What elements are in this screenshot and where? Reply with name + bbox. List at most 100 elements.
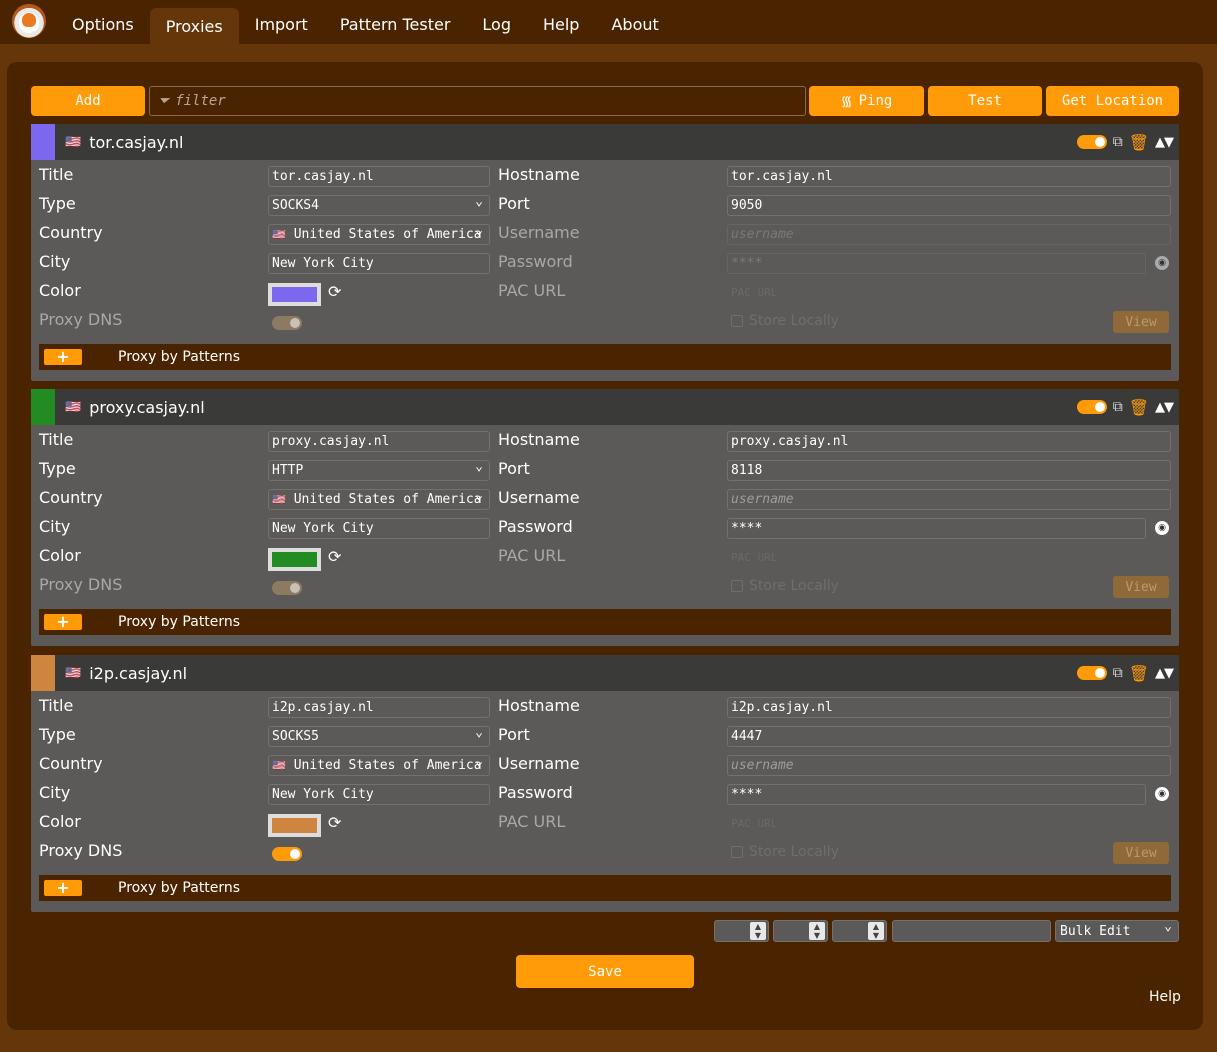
title-input[interactable]: proxy.casjay.nl [268, 431, 490, 452]
random-color-refresh-icon[interactable]: ⟳ [328, 547, 341, 566]
hostname-input[interactable]: proxy.casjay.nl [727, 431, 1171, 452]
color-swatch [272, 287, 317, 302]
view-pac-button[interactable]: View [1113, 842, 1169, 864]
tab-pattern-tester[interactable]: Pattern Tester [324, 6, 467, 42]
tab-proxies[interactable]: Proxies [149, 8, 239, 44]
store-locally-checkbox[interactable]: Store Locally [731, 578, 839, 594]
save-button[interactable]: Save [516, 955, 694, 988]
us-flag-icon: 🇺🇸 [272, 228, 286, 241]
get-location-button[interactable]: Get Location [1046, 86, 1179, 116]
color-picker[interactable] [268, 814, 321, 837]
tab-help[interactable]: Help [527, 6, 595, 42]
title-label: Title [39, 696, 74, 715]
trash-icon[interactable]: 🗑 [1129, 133, 1149, 152]
spinner-icon[interactable]: ▲ ▼ [750, 922, 766, 940]
country-select[interactable]: 🇺🇸 United States of America [268, 224, 490, 245]
title-input[interactable]: i2p.casjay.nl [268, 697, 490, 718]
move-up-down-icon[interactable]: ▲▼ [1155, 135, 1174, 150]
port-input[interactable]: 9050 [727, 195, 1171, 216]
port-input[interactable]: 8118 [727, 460, 1171, 481]
tab-log[interactable]: Log [466, 6, 527, 42]
spinner-icon[interactable]: ▲ ▼ [868, 922, 884, 940]
store-locally-checkbox[interactable]: Store Locally [731, 313, 839, 329]
random-color-refresh-icon[interactable]: ⟳ [328, 282, 341, 301]
password-input[interactable]: **** [727, 784, 1146, 805]
color-picker[interactable] [268, 283, 321, 306]
color-swatch [272, 552, 317, 567]
help-link[interactable]: Help [1149, 989, 1181, 1005]
enable-toggle[interactable] [1076, 666, 1107, 680]
username-input[interactable]: username [727, 489, 1171, 510]
checkbox-icon [731, 580, 743, 592]
add-pattern-button[interactable]: + [44, 880, 82, 896]
add-pattern-button[interactable]: + [44, 349, 82, 365]
type-select[interactable]: HTTP [268, 460, 490, 481]
trash-icon[interactable]: 🗑 [1129, 398, 1149, 417]
view-pac-button[interactable]: View [1113, 576, 1169, 598]
move-up-down-icon[interactable]: ▲▼ [1155, 400, 1174, 415]
country-value: United States of America [293, 492, 482, 507]
spinner-icon[interactable]: ▲ ▼ [809, 922, 825, 940]
bulk-number-2[interactable]: ▲ ▼ [773, 920, 828, 942]
add-button[interactable]: Add [31, 86, 145, 116]
enable-toggle[interactable] [1076, 135, 1107, 149]
password-label: Password [498, 783, 573, 802]
test-button[interactable]: Test [928, 86, 1042, 116]
filter-input[interactable]: ⏷ filter [149, 86, 806, 116]
add-pattern-button[interactable]: + [44, 614, 82, 630]
hostname-input[interactable]: i2p.casjay.nl [727, 697, 1171, 718]
country-select[interactable]: 🇺🇸 United States of America [268, 755, 490, 776]
proxy-card-title: proxy.casjay.nl [89, 397, 205, 417]
enable-toggle[interactable] [1076, 400, 1107, 414]
duplicate-icon[interactable]: ⧉ [1113, 665, 1123, 681]
tab-import[interactable]: Import [239, 6, 324, 42]
store-locally-checkbox[interactable]: Store Locally [731, 844, 839, 860]
type-select[interactable]: SOCKS4 [268, 195, 490, 216]
tab-options[interactable]: Options [56, 6, 150, 42]
city-label: City [39, 783, 71, 802]
city-input[interactable]: New York City [268, 518, 490, 539]
pac-url-input[interactable]: PAC URL [727, 282, 1171, 303]
city-input[interactable]: New York City [268, 784, 490, 805]
bulk-number-3[interactable]: ▲ ▼ [832, 920, 887, 942]
password-input[interactable]: **** [727, 518, 1146, 539]
username-input[interactable]: username [727, 755, 1171, 776]
city-input[interactable]: New York City [268, 253, 490, 274]
bulk-number-1[interactable]: ▲ ▼ [714, 920, 769, 942]
bulk-text-input[interactable] [892, 920, 1051, 942]
hostname-input[interactable]: tor.casjay.nl [727, 166, 1171, 187]
show-password-icon[interactable]: ◉ [1155, 787, 1169, 801]
country-select[interactable]: 🇺🇸 United States of America [268, 489, 490, 510]
us-flag-icon: 🇺🇸 [272, 493, 286, 506]
proxy-dns-toggle[interactable] [272, 581, 302, 595]
city-label: City [39, 252, 71, 271]
ping-button[interactable]: ᯾ Ping [809, 86, 924, 116]
duplicate-icon[interactable]: ⧉ [1113, 399, 1123, 415]
type-select[interactable]: SOCKS5 [268, 726, 490, 747]
proxy-field-row: Color ⟳ PAC URL PAC URL [31, 809, 1179, 838]
trash-icon[interactable]: 🗑 [1129, 664, 1149, 683]
move-up-down-icon[interactable]: ▲▼ [1155, 666, 1174, 681]
country-value: United States of America [293, 758, 482, 773]
tab-about[interactable]: About [595, 6, 674, 42]
patterns-bar: + Proxy by Patterns [39, 609, 1171, 635]
show-password-icon[interactable]: ◉ [1155, 256, 1169, 270]
show-password-icon[interactable]: ◉ [1155, 521, 1169, 535]
proxy-field-row: Title proxy.casjay.nl Hostname proxy.casjay… [31, 427, 1179, 456]
color-picker[interactable] [268, 548, 321, 571]
proxy-dns-label: Proxy DNS [39, 310, 123, 329]
proxy-dns-toggle[interactable] [272, 316, 302, 330]
hostname-label: Hostname [498, 696, 580, 715]
duplicate-icon[interactable]: ⧉ [1113, 134, 1123, 150]
port-input[interactable]: 4447 [727, 726, 1171, 747]
random-color-refresh-icon[interactable]: ⟳ [328, 813, 341, 832]
title-input[interactable]: tor.casjay.nl [268, 166, 490, 187]
view-pac-button[interactable]: View [1113, 311, 1169, 333]
proxy-dns-toggle[interactable] [272, 847, 302, 861]
password-input[interactable]: **** [727, 253, 1146, 274]
username-input[interactable]: username [727, 224, 1171, 245]
type-label: Type [39, 725, 76, 744]
pac-url-input[interactable]: PAC URL [727, 813, 1171, 834]
pac-url-input[interactable]: PAC URL [727, 547, 1171, 568]
bulk-edit-select[interactable]: Bulk Edit [1055, 919, 1179, 942]
